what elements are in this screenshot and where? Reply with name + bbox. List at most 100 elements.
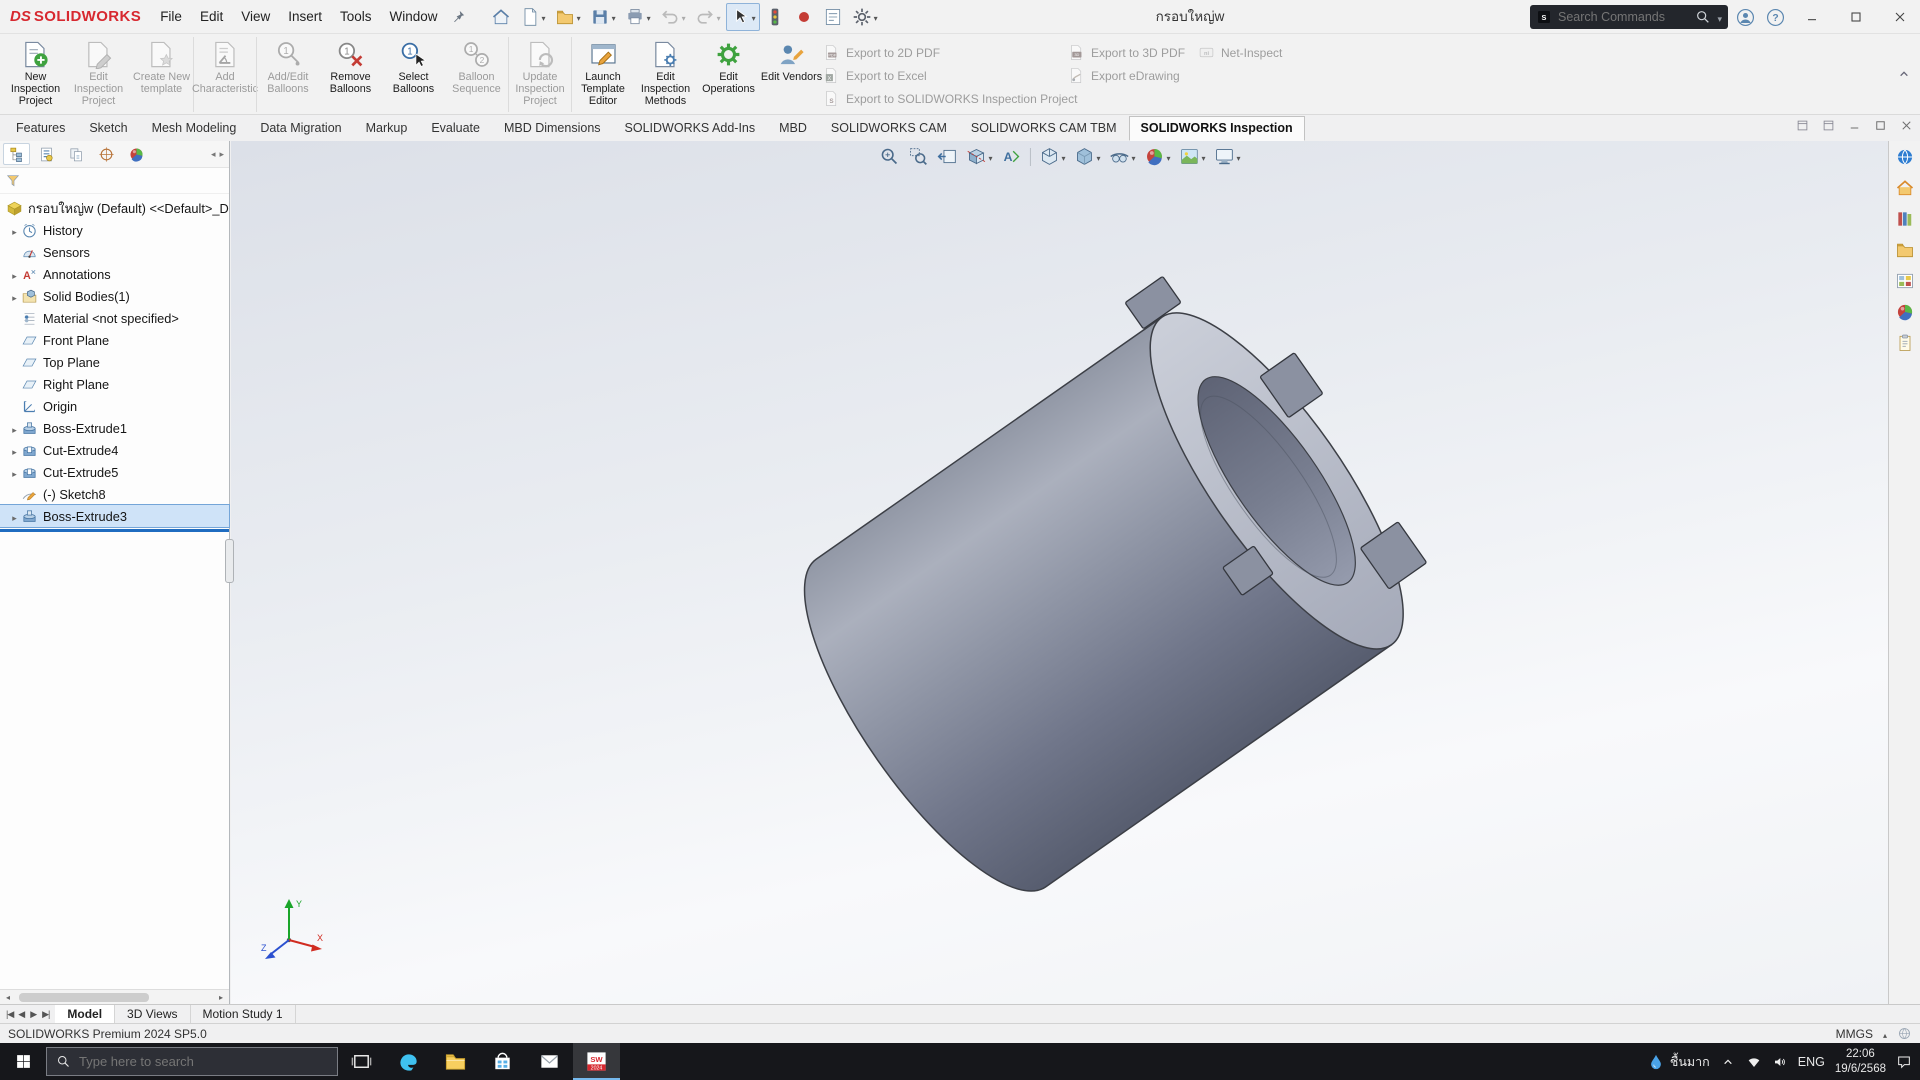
ribbon-button-update-inspection-project[interactable]: Update Inspection Project (508, 37, 571, 112)
language-indicator[interactable]: ENG (1798, 1055, 1825, 1069)
expand-arrow-icon[interactable] (12, 289, 17, 304)
taskbar-app-solidworks-2024[interactable]: SW2024 (573, 1043, 620, 1080)
toolbar-button-redo[interactable] (691, 3, 725, 31)
view-tool-zoom-to-area[interactable] (907, 146, 928, 167)
expand-arrow-icon[interactable] (12, 267, 17, 282)
pane-icon[interactable] (1795, 118, 1810, 133)
filter-icon[interactable] (5, 173, 21, 189)
tree-root-item[interactable]: กรอบใหญ่w (Default) <<Default>_Displ (0, 197, 229, 219)
first-tab-icon[interactable] (6, 1009, 13, 1020)
chevron-down-icon[interactable] (680, 9, 686, 24)
panel-tab-featuremanager[interactable] (3, 143, 30, 165)
toolbar-button-print[interactable] (621, 3, 655, 31)
task-pane-tab-file-explorer[interactable] (1895, 240, 1915, 263)
toolbar-button-undo[interactable] (656, 3, 690, 31)
view-tool-apply-scene[interactable] (1179, 146, 1206, 167)
menu[interactable]: File (151, 0, 191, 34)
viewport-3d[interactable]: A (231, 141, 1888, 1004)
network-icon[interactable] (1746, 1054, 1762, 1070)
task-pane-tab-design-library[interactable] (1895, 209, 1915, 232)
units-selector[interactable]: MMGS (1836, 1027, 1873, 1041)
start-button[interactable] (0, 1043, 46, 1080)
next-tab-icon[interactable] (30, 1009, 37, 1020)
chevron-down-icon[interactable] (1235, 149, 1241, 164)
view-tool-previous-view[interactable] (936, 146, 957, 167)
task-pane-tab-solidworks-resources[interactable] (1895, 178, 1915, 201)
tree-horizontal-scrollbar[interactable] (0, 989, 229, 1004)
ribbon-button-launch-template-editor[interactable]: Launch Template Editor (571, 37, 634, 112)
tree-item-right-plane[interactable]: Right Plane (0, 373, 229, 395)
taskbar-search-input[interactable] (79, 1054, 328, 1069)
tree-item-cut-extrude4[interactable]: Cut-Extrude4 (0, 439, 229, 461)
taskbar-search-box[interactable] (46, 1047, 338, 1076)
collapse-ribbon-icon[interactable] (1896, 66, 1912, 82)
menu[interactable]: Tools (331, 0, 381, 34)
ribbon-button-edit-vendors[interactable]: Edit Vendors (760, 37, 823, 112)
panel-tab-propertymanager[interactable] (33, 143, 60, 165)
ribbon-button-add-characteristic[interactable]: Add Characteristic (193, 37, 256, 112)
ribbon-tab-solidworks-inspection[interactable]: SOLIDWORKS Inspection (1129, 116, 1305, 141)
scroll-left-icon[interactable] (0, 993, 16, 1002)
doc-close-icon[interactable] (1899, 118, 1914, 133)
ribbon-button-add-edit-balloons[interactable]: 1 Add/Edit Balloons (256, 37, 319, 112)
ribbon-tab-evaluate[interactable]: Evaluate (419, 116, 492, 141)
view-tool-section-view[interactable] (965, 146, 992, 167)
volume-icon[interactable] (1772, 1054, 1788, 1070)
export-button-export-sw-inspection-project[interactable]: S Export to SOLIDWORKS Inspection Projec… (823, 90, 1077, 107)
ribbon-tab-solidworks-cam-tbm[interactable]: SOLIDWORKS CAM TBM (959, 116, 1129, 141)
weather-widget[interactable]: ชื้นมาก (1647, 1052, 1710, 1072)
chevron-up-icon[interactable] (1883, 1027, 1887, 1041)
menu[interactable]: View (232, 0, 279, 34)
ribbon-button-remove-balloons[interactable]: 1 Remove Balloons (319, 37, 382, 112)
panel-tab-configurationmanager[interactable] (63, 143, 90, 165)
scroll-right-icon[interactable] (219, 149, 224, 160)
toolbar-button-select[interactable] (726, 3, 760, 31)
export-button-export-3d-pdf[interactable]: 3D Export to 3D PDF (1068, 44, 1185, 61)
toolbar-button-home[interactable] (487, 3, 515, 31)
tree-item-front-plane[interactable]: Front Plane (0, 329, 229, 351)
doc-restore-icon[interactable] (1873, 118, 1888, 133)
tree-item-boss-extrude3[interactable]: Boss-Extrude3 (0, 505, 229, 527)
chevron-down-icon[interactable] (1165, 149, 1171, 164)
ribbon-tab-markup[interactable]: Markup (354, 116, 420, 141)
view-tool-zoom-to-fit[interactable] (878, 146, 899, 167)
expand-arrow-icon[interactable] (12, 465, 17, 480)
ribbon-button-select-balloons[interactable]: 1 Select Balloons (382, 37, 445, 112)
ribbon-button-edit-inspection-methods[interactable]: Edit Inspection Methods (634, 37, 697, 112)
ribbon-button-create-new-template[interactable]: Create New template (130, 37, 193, 112)
view-tool-edit-appearance[interactable] (1144, 146, 1171, 167)
search-scope-icon[interactable]: S (1536, 9, 1552, 25)
view-tool-display-style[interactable] (1073, 146, 1100, 167)
taskbar-app-microsoft-store[interactable] (479, 1043, 526, 1080)
tree-item-solid-bodies[interactable]: Solid Bodies(1) (0, 285, 229, 307)
ribbon-tab-sketch[interactable]: Sketch (77, 116, 139, 141)
view-tool-dynamic-annotation-views[interactable]: A (1000, 146, 1021, 167)
toolbar-button-file-properties[interactable] (819, 3, 847, 31)
tree-item-material[interactable]: Material <not specified> (0, 307, 229, 329)
tree-item-annotations[interactable]: A Annotations (0, 263, 229, 285)
close-button[interactable] (1880, 0, 1920, 34)
chevron-down-icon[interactable] (1129, 149, 1135, 164)
scroll-left-icon[interactable] (211, 149, 216, 160)
ribbon-tab-mbd[interactable]: MBD (767, 116, 819, 141)
toolbar-button-record[interactable] (790, 3, 818, 31)
ribbon-tab-solidworks-add-ins[interactable]: SOLIDWORKS Add-Ins (613, 116, 768, 141)
chevron-down-icon[interactable] (575, 9, 581, 24)
task-pane-tab-custom-properties[interactable] (1895, 333, 1915, 356)
tree-item-history[interactable]: History (0, 219, 229, 241)
chevron-down-icon[interactable] (715, 9, 721, 24)
tree-item-sketch8[interactable]: (-) Sketch8 (0, 483, 229, 505)
search-commands-input[interactable] (1558, 10, 1689, 24)
search-commands-box[interactable]: S (1530, 5, 1728, 29)
help-button[interactable]: ? (1762, 4, 1788, 30)
hidden-icons-chevron[interactable] (1720, 1054, 1736, 1070)
rollback-bar[interactable] (0, 529, 229, 532)
view-tool-view-settings[interactable] (1214, 146, 1241, 167)
part-model[interactable] (231, 141, 1888, 1004)
maximize-button[interactable] (1836, 0, 1876, 34)
chevron-down-icon[interactable] (986, 149, 992, 164)
panel-tab-dimxpertmanager[interactable] (93, 143, 120, 165)
chevron-down-icon[interactable] (872, 9, 878, 24)
expand-arrow-icon[interactable] (12, 223, 17, 238)
user-account-button[interactable] (1732, 4, 1758, 30)
